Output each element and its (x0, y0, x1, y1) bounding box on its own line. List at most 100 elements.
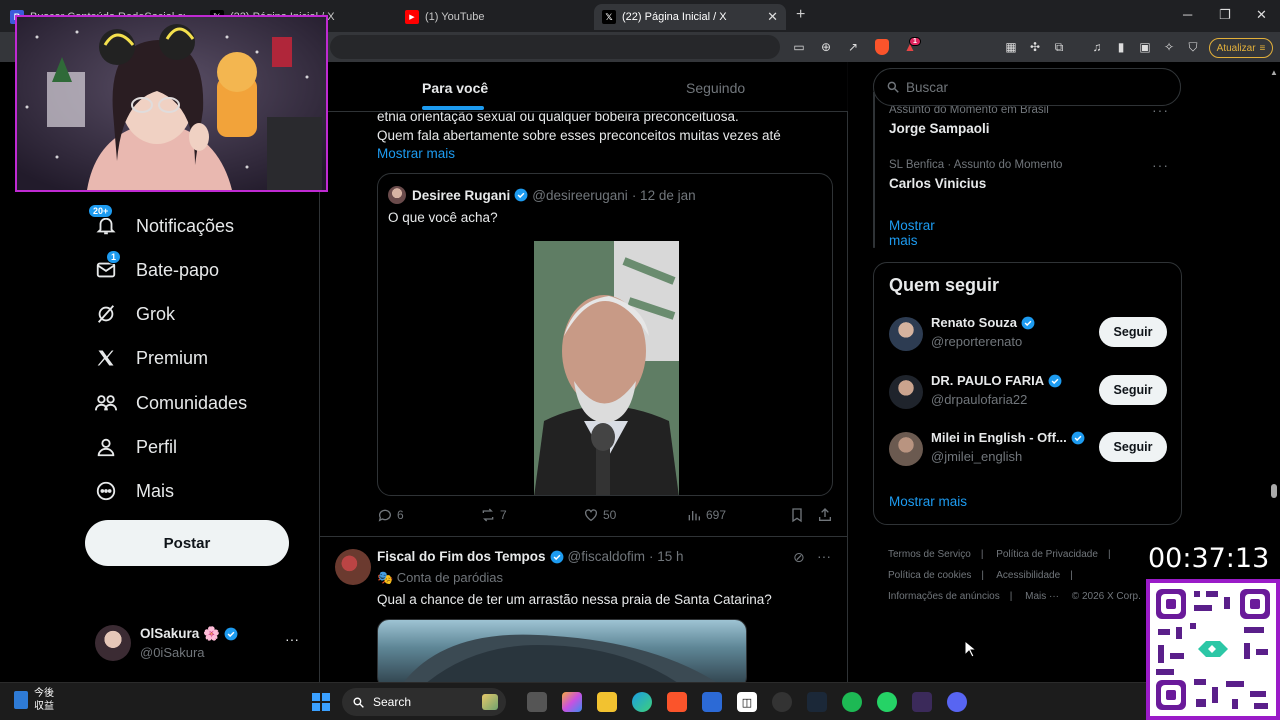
nav-profile[interactable]: Perfil (94, 432, 177, 462)
search-icon (887, 81, 899, 93)
suggestion-name-row: Milei in English - Off... (931, 430, 1089, 445)
obs-icon[interactable] (772, 692, 792, 712)
webcam-overlay (15, 15, 328, 192)
heart-icon (585, 509, 597, 522)
vpn-icon[interactable]: ⛉ (1186, 40, 1200, 54)
cast-icon[interactable]: ▭ (792, 40, 806, 54)
copilot-icon[interactable] (562, 692, 582, 712)
trend-name[interactable]: Jorge Sampaoli (889, 121, 990, 136)
tweet-text: Qual a chance de ter um arrastão nessa p… (377, 592, 772, 607)
show-more-link[interactable]: Mostrar mais (377, 145, 455, 163)
extensions-icon[interactable]: ✣ (1028, 40, 1042, 54)
nav-grok[interactable]: Grok (94, 299, 175, 329)
suggestion-handle: @drpaulofaria22 (931, 392, 1028, 407)
taskbar-search[interactable]: Search (342, 688, 506, 716)
extension-counter-icon[interactable]: ▦ (1004, 40, 1018, 54)
like-count: 50 (603, 508, 617, 522)
nav-premium[interactable]: Premium (94, 343, 208, 373)
main-feed: Para você Seguindo etnia orientação sexu… (319, 62, 848, 682)
more-options-icon[interactable]: ··· (1152, 157, 1169, 173)
screenshot-icon[interactable]: ⧉ (1052, 40, 1066, 54)
notifications-badge: 20+ (88, 204, 114, 218)
nav-communities[interactable]: Comunidades (94, 388, 247, 418)
footer-link[interactable]: Mais ··· (1025, 591, 1059, 602)
footer-links: Termos de Serviço | Política de Privacida… (888, 544, 1168, 607)
minimize-icon[interactable]: ─ (1183, 7, 1192, 22)
scrollbar-thumb[interactable] (1271, 484, 1277, 498)
edge-icon[interactable] (632, 692, 652, 712)
search-input[interactable]: Buscar (873, 68, 1181, 106)
nav-more[interactable]: Mais (94, 476, 174, 506)
address-bar[interactable] (330, 35, 780, 59)
capcut-icon[interactable]: ◫ (737, 692, 757, 712)
trends-show-more[interactable]: Mostrar mais (889, 218, 935, 248)
who-to-follow-show-more[interactable]: Mostrar mais (889, 494, 967, 509)
x-favicon-icon: 𝕏 (602, 10, 616, 24)
follow-button[interactable]: Seguir (1099, 432, 1167, 462)
windows-start-icon[interactable] (311, 692, 331, 712)
avatar[interactable] (335, 549, 371, 585)
file-explorer-icon[interactable] (597, 692, 617, 712)
task-view-icon[interactable] (527, 692, 547, 712)
footer-link[interactable]: Informações de anúncios (888, 591, 1000, 602)
more-options-icon[interactable]: ··· (817, 548, 831, 564)
share-icon[interactable] (817, 507, 833, 523)
update-button[interactable]: Atualizar ≡ (1209, 38, 1273, 58)
tab-for-you[interactable]: Para você (422, 80, 488, 96)
more-options-icon[interactable]: ··· (285, 631, 299, 647)
microsoft-store-icon[interactable] (702, 692, 722, 712)
footer-separator: | (1107, 549, 1111, 560)
grok-icon[interactable]: ⊘ (793, 549, 805, 566)
nav-chat[interactable]: 1 Bate-papo (94, 250, 219, 285)
like-button[interactable]: 50 (583, 507, 616, 523)
follow-suggestion[interactable]: Renato Souza @reporterenato Seguir (889, 315, 1169, 355)
footer-link[interactable]: Política de cookies (888, 570, 971, 581)
scroll-up-icon[interactable]: ▲ (1270, 68, 1278, 77)
follow-button[interactable]: Seguir (1099, 375, 1167, 405)
steam-icon[interactable] (807, 692, 827, 712)
sidebar-icon[interactable]: ▮ (1114, 40, 1128, 54)
tweet[interactable]: Fiscal do Fim dos Tempos @fiscaldofim · … (320, 537, 848, 682)
avatar (95, 625, 131, 661)
discord-icon[interactable] (947, 692, 967, 712)
zoom-icon[interactable]: ⊕ (819, 40, 833, 54)
whatsapp-icon[interactable] (877, 692, 897, 712)
nav-label: Premium (136, 347, 209, 368)
trend-name[interactable]: Carlos Vinicius (889, 176, 986, 191)
nav-notifications[interactable]: 20+ Notificações (88, 204, 234, 241)
leo-ai-icon[interactable]: ✧ (1162, 40, 1176, 54)
new-tab-icon[interactable]: + (796, 6, 805, 24)
brave-shields-icon[interactable] (875, 39, 889, 55)
views-button[interactable]: 697 (686, 507, 726, 523)
app-icon[interactable] (912, 692, 932, 712)
quoted-author-name[interactable]: Desiree Rugani (412, 188, 510, 203)
close-window-icon[interactable]: ✕ (1256, 7, 1267, 23)
footer-link[interactable]: Política de Privacidade (996, 549, 1098, 560)
share-icon[interactable]: ↗ (846, 40, 860, 54)
bookmark-icon[interactable] (789, 507, 805, 523)
spotify-icon[interactable] (842, 692, 862, 712)
repost-button[interactable]: 7 (480, 507, 507, 523)
wallet-icon[interactable]: ▣ (1138, 40, 1152, 54)
footer-link[interactable]: Acessibilidade (996, 570, 1060, 581)
tab-following[interactable]: Seguindo (686, 80, 745, 96)
tweet-image[interactable] (377, 619, 747, 682)
post-button[interactable]: Postar (85, 520, 289, 566)
close-tab-icon[interactable]: ✕ (767, 9, 778, 25)
quoted-tweet[interactable]: Desiree Rugani @desireerugani · 12 de ja… (377, 173, 833, 496)
browser-tab[interactable]: ▶ (1) YouTube (405, 4, 575, 30)
brave-icon[interactable] (667, 692, 687, 712)
follow-suggestion[interactable]: DR. PAULO FARIA @drpaulofaria22 Seguir (889, 373, 1169, 413)
footer-link[interactable]: Termos de Serviço (888, 549, 971, 560)
taskbar-widget[interactable]: 今後 収益 (14, 687, 54, 713)
maximize-icon[interactable]: ❐ (1219, 7, 1231, 23)
search-placeholder: Buscar (906, 79, 949, 95)
browser-tab-active[interactable]: 𝕏 (22) Página Inicial / X ✕ (594, 4, 786, 30)
follow-suggestion[interactable]: Milei in English - Off... @jmilei_englis… (889, 430, 1169, 470)
follow-button[interactable]: Seguir (1099, 317, 1167, 347)
quoted-video[interactable] (534, 241, 679, 495)
author-name[interactable]: Fiscal do Fim dos Tempos (377, 549, 546, 564)
music-icon[interactable]: ♫ (1090, 40, 1104, 54)
account-switcher[interactable]: OlSakura 🌸 @0iSakura ··· (95, 625, 310, 661)
reply-button[interactable]: 6 (377, 507, 404, 523)
